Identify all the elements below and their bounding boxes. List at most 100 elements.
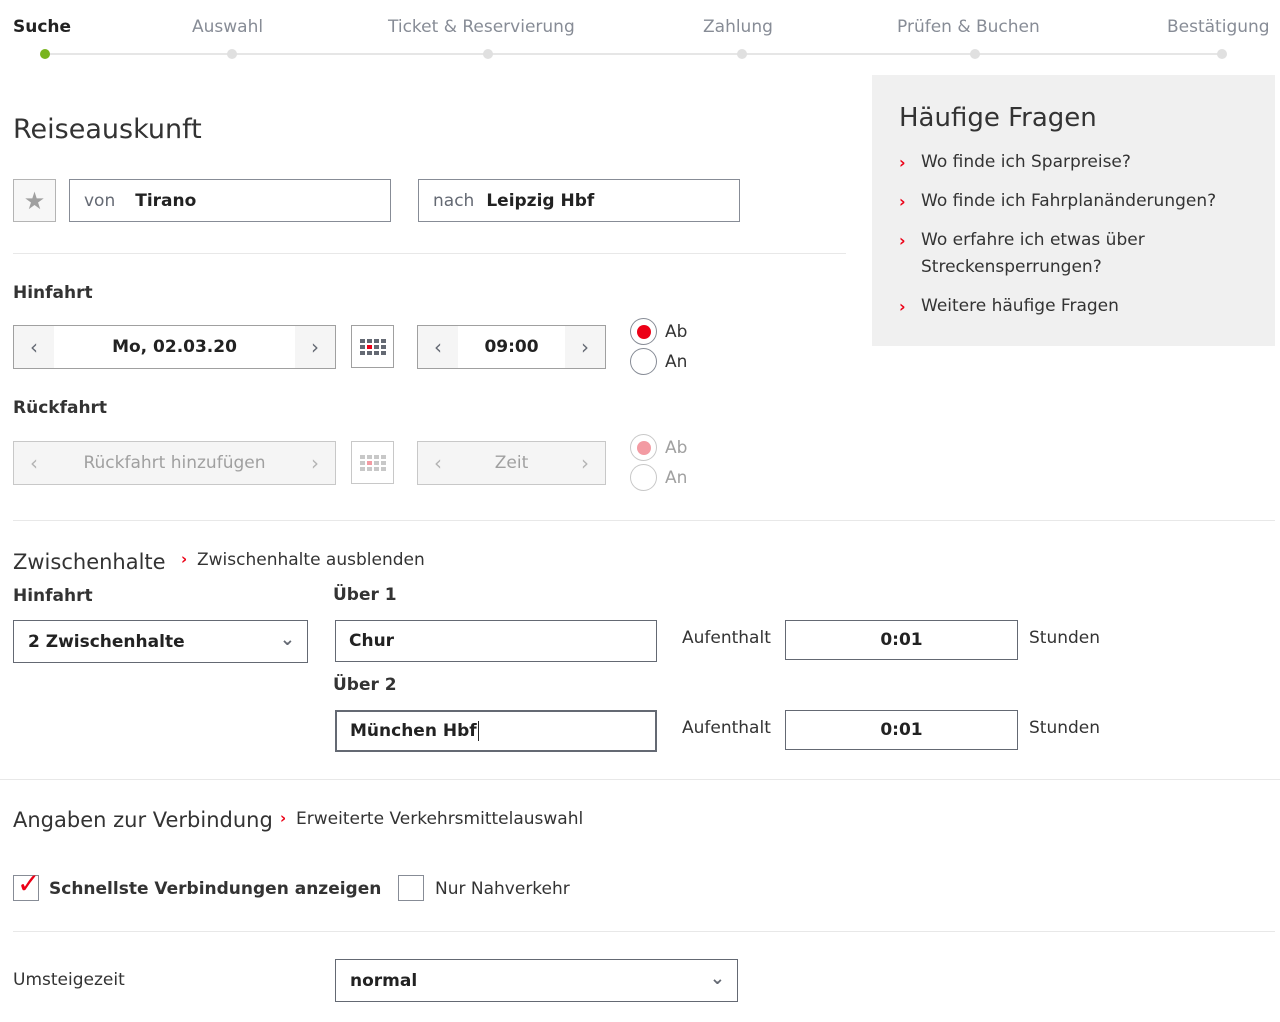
- faq-title: Häufige Fragen: [899, 103, 1097, 133]
- divider: [13, 931, 1275, 932]
- transfer-time-label: Umsteigezeit: [13, 970, 125, 990]
- via-2-input[interactable]: München Hbf: [335, 710, 657, 752]
- outbound-time-input[interactable]: 09:00: [458, 326, 565, 368]
- to-prefix: nach: [433, 190, 475, 211]
- faq-link-more[interactable]: › Weitere häufige Fragen: [899, 293, 1259, 320]
- outbound-date-stepper: ‹ Mo, 02.03.20 ›: [13, 325, 336, 369]
- radio-selected: [630, 318, 657, 345]
- outbound-calendar-button[interactable]: [351, 325, 394, 368]
- via-1-stay-unit: Stunden: [1029, 628, 1101, 648]
- to-input[interactable]: nach Leipzig Hbf: [418, 179, 740, 222]
- fastest-checkbox[interactable]: ✓: [13, 870, 40, 901]
- to-value: Leipzig Hbf: [486, 190, 595, 211]
- local-only-label: Nur Nahverkehr: [435, 879, 570, 899]
- divider: [0, 779, 1280, 780]
- radio-selected: [630, 434, 657, 461]
- favorite-button[interactable]: ★: [13, 179, 56, 222]
- return-date-prev-button[interactable]: ‹: [14, 442, 54, 484]
- step-confirmation: Bestätigung: [1167, 17, 1270, 37]
- calendar-icon: [359, 338, 386, 355]
- chevron-left-icon: ‹: [30, 335, 38, 359]
- chevron-right-icon: ›: [899, 192, 906, 211]
- return-radio-departure[interactable]: Ab: [630, 434, 687, 461]
- faq-link-closures[interactable]: › Wo erfahre ich etwas über Streckensperr…: [899, 227, 1199, 281]
- faq-panel: Häufige Fragen › Wo finde ich Sparpreise?…: [872, 75, 1275, 346]
- divider: [13, 520, 1275, 521]
- from-input[interactable]: von Tirano: [69, 179, 391, 222]
- via-2-stay-label: Aufenthalt: [682, 718, 771, 738]
- chevron-right-icon: ›: [581, 451, 589, 475]
- chevron-right-icon: ›: [899, 153, 906, 172]
- chevron-left-icon: ‹: [30, 451, 38, 475]
- outbound-radio-arrival[interactable]: An: [630, 348, 687, 375]
- chevron-left-icon: ‹: [434, 335, 442, 359]
- via-1-label: Über 1: [333, 585, 397, 605]
- via-1-input[interactable]: Chur: [335, 620, 657, 662]
- advanced-transport-link[interactable]: › Erweiterte Verkehrsmittelauswahl: [280, 809, 583, 829]
- via-2-stay-input[interactable]: 0:01: [785, 710, 1018, 750]
- chevron-left-icon: ‹: [434, 451, 442, 475]
- return-date-input[interactable]: Rückfahrt hinzufügen: [54, 442, 295, 484]
- from-value: Tirano: [135, 190, 197, 211]
- via-1-stay-input[interactable]: 0:01: [785, 620, 1018, 660]
- outbound-radio-departure[interactable]: Ab: [630, 318, 687, 345]
- step-payment: Zahlung: [703, 17, 773, 37]
- return-date-stepper: ‹ Rückfahrt hinzufügen ›: [13, 441, 336, 485]
- time-next-button[interactable]: ›: [565, 326, 605, 368]
- progress-line: [45, 53, 1223, 55]
- divider: [13, 253, 846, 254]
- via-2-label: Über 2: [333, 675, 397, 695]
- chevron-right-icon: ›: [581, 335, 589, 359]
- stops-leg-label: Hinfahrt: [13, 586, 93, 606]
- time-prev-button[interactable]: ‹: [418, 326, 458, 368]
- return-label: Rückfahrt: [13, 398, 108, 418]
- outbound-date-input[interactable]: Mo, 02.03.20: [54, 326, 295, 368]
- step-dot-review: [970, 49, 980, 59]
- via-2-stay-unit: Stunden: [1029, 718, 1101, 738]
- stops-title: Zwischenhalte: [13, 550, 166, 574]
- local-only-checkbox[interactable]: [398, 875, 424, 901]
- return-time-stepper: ‹ Zeit ›: [417, 441, 606, 485]
- from-prefix: von: [84, 190, 116, 211]
- chevron-right-icon: ›: [280, 809, 287, 827]
- return-time-prev-button[interactable]: ‹: [418, 442, 458, 484]
- star-icon: ★: [23, 186, 46, 215]
- step-dot-selection: [227, 49, 237, 59]
- chevron-down-icon: ⌄: [709, 968, 725, 989]
- fastest-label: Schnellste Verbindungen anzeigen: [49, 879, 382, 899]
- page-title: Reiseauskunft: [13, 114, 202, 145]
- step-dot-payment: [737, 49, 747, 59]
- return-calendar-button[interactable]: [351, 441, 394, 484]
- text-cursor: [477, 721, 479, 741]
- stops-count-select[interactable]: 2 Zwischenhalte ⌄: [13, 620, 308, 663]
- date-next-button[interactable]: ›: [295, 326, 335, 368]
- hide-stops-link[interactable]: › Zwischenhalte ausblenden: [181, 550, 425, 570]
- chevron-right-icon: ›: [181, 550, 188, 568]
- outbound-time-stepper: ‹ 09:00 ›: [417, 325, 606, 369]
- return-radio-arrival[interactable]: An: [630, 464, 687, 491]
- faq-link-timetable-changes[interactable]: › Wo finde ich Fahrplanänderungen?: [899, 188, 1259, 215]
- chevron-right-icon: ›: [311, 451, 319, 475]
- connection-title: Angaben zur Verbindung: [13, 808, 273, 832]
- return-time-input[interactable]: Zeit: [458, 442, 565, 484]
- chevron-right-icon: ›: [311, 335, 319, 359]
- faq-link-saver-fares[interactable]: › Wo finde ich Sparpreise?: [899, 149, 1259, 176]
- step-dot-search: [40, 49, 50, 59]
- return-date-next-button[interactable]: ›: [295, 442, 335, 484]
- step-review: Prüfen & Buchen: [897, 17, 1040, 37]
- chevron-right-icon: ›: [899, 231, 906, 250]
- step-dot-ticket: [483, 49, 493, 59]
- date-prev-button[interactable]: ‹: [14, 326, 54, 368]
- radio-unselected: [630, 464, 657, 491]
- chevron-down-icon: ⌄: [279, 629, 295, 650]
- return-time-next-button[interactable]: ›: [565, 442, 605, 484]
- radio-unselected: [630, 348, 657, 375]
- checkmark-icon: ✓: [17, 867, 41, 900]
- step-selection: Auswahl: [192, 17, 264, 37]
- transfer-time-select[interactable]: normal ⌄: [335, 959, 738, 1002]
- calendar-icon: [359, 454, 386, 471]
- via-1-stay-label: Aufenthalt: [682, 628, 771, 648]
- outbound-label: Hinfahrt: [13, 283, 93, 303]
- chevron-right-icon: ›: [899, 297, 906, 316]
- step-ticket: Ticket & Reservierung: [388, 17, 575, 37]
